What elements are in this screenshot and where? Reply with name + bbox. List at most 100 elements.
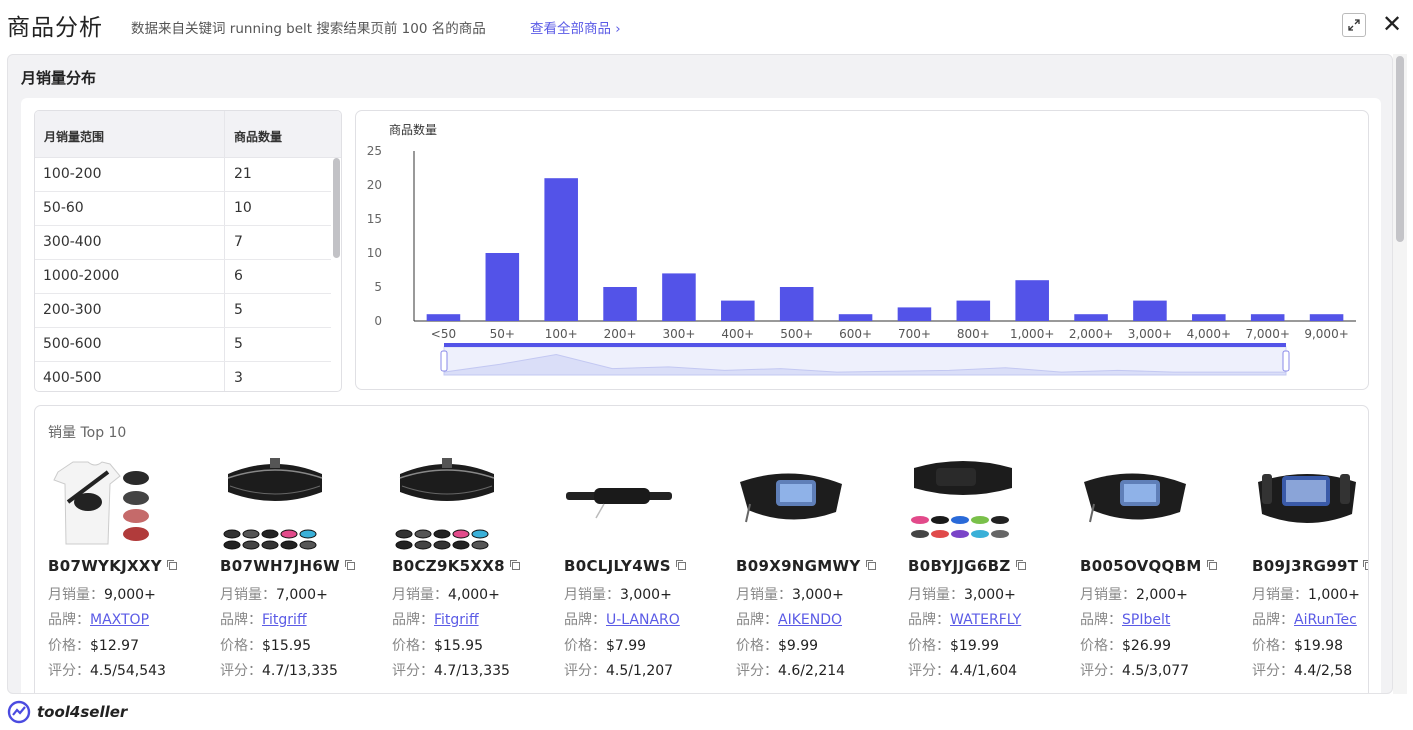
brand-link[interactable]: WATERFLY	[950, 612, 1021, 628]
brand-link[interactable]: AIKENDO	[778, 612, 842, 628]
sales-value: 4,000+	[448, 587, 500, 603]
price: 价格：$7.99	[564, 635, 646, 655]
product-image[interactable]	[48, 454, 158, 554]
section-content: 月销量范围 商品数量 100-200 21 50-60 10 300-400 7 1000-…	[21, 98, 1381, 693]
close-icon: ✕	[1381, 10, 1403, 38]
price-label: 价格：	[48, 638, 90, 654]
top10-title: 销量 Top 10	[48, 425, 127, 441]
y-tick-label: 10	[367, 246, 382, 260]
product-card[interactable]: B07WH7JH6W 月销量：7,000+ 品牌：Fitgriff 价格：$15…	[220, 454, 392, 693]
product-card[interactable]: B0CLJLY4WS 月销量：3,000+ 品牌：U-LANARO 价格：$7.…	[564, 454, 736, 693]
x-tick-label: 200+	[604, 327, 637, 341]
monthly-sales: 月销量：3,000+	[564, 584, 672, 604]
copy-icon[interactable]	[675, 559, 687, 571]
brand-label: 品牌：	[736, 612, 778, 628]
asin-text: B07WH7JH6W	[220, 557, 340, 575]
sales-value: 2,000+	[1136, 587, 1188, 603]
product-card[interactable]: B0CZ9K5XX8 月销量：4,000+ 品牌：Fitgriff 价格：$15…	[392, 454, 564, 693]
sales-distribution-chart: 商品数量 0 5 10 15 20 25 <50 50+ 100+ 200+ 300+ 400+ 500+…	[355, 110, 1369, 390]
sales-label: 月销量：	[220, 587, 276, 603]
product-asin: B0BYJJG6BZ	[908, 557, 1027, 575]
price-value: $7.99	[606, 638, 647, 654]
product-image[interactable]	[1080, 454, 1190, 554]
sales-label: 月销量：	[48, 587, 104, 603]
asin-text: B0CZ9K5XX8	[392, 557, 505, 575]
cell-count: 7	[234, 234, 243, 250]
brand-label: 品牌：	[1252, 612, 1294, 628]
product-image[interactable]	[908, 454, 1018, 554]
cell-count: 5	[234, 302, 243, 318]
product-image[interactable]	[392, 454, 502, 554]
x-tick-label: 700+	[898, 327, 931, 341]
monthly-sales: 月销量：3,000+	[908, 584, 1016, 604]
brand-link[interactable]: U-LANARO	[606, 612, 680, 628]
price-value: $26.99	[1122, 638, 1171, 654]
x-tick-label: <50	[431, 327, 456, 341]
copy-icon[interactable]	[865, 559, 877, 571]
x-tick-label: 400+	[721, 327, 754, 341]
product-card[interactable]: B09J3RG99T 月销量：1,000+ 品牌：AiRunTec 价格：$19…	[1252, 454, 1369, 693]
view-all-products-link[interactable]: 查看全部商品 ›	[530, 17, 621, 37]
tool4seller-logo-icon	[7, 700, 31, 724]
price: 价格：$15.95	[392, 635, 483, 655]
footer: tool4seller	[0, 694, 1413, 730]
product-asin: B0CZ9K5XX8	[392, 557, 521, 575]
copy-icon[interactable]	[1362, 559, 1369, 571]
copy-icon[interactable]	[166, 559, 178, 571]
table-row: 200-300 5	[35, 294, 331, 328]
price-label: 价格：	[736, 638, 778, 654]
bar-3	[603, 287, 637, 321]
product-card[interactable]: B09X9NGMWY 月销量：3,000+ 品牌：AIKENDO 价格：$9.9…	[736, 454, 908, 693]
zoom-handle-left[interactable]	[440, 350, 448, 372]
bar-11	[1074, 314, 1108, 321]
copy-icon[interactable]	[1015, 559, 1027, 571]
rating-label: 评分：	[564, 663, 606, 679]
page-scrollbar-thumb[interactable]	[1396, 56, 1404, 242]
table-row: 500-600 5	[35, 328, 331, 362]
dialog-header: 商品分析 数据来自关键词 running belt 搜索结果页前 100 名的商…	[0, 0, 1413, 52]
table-scrollbar-thumb[interactable]	[333, 158, 340, 258]
price-value: $19.99	[950, 638, 999, 654]
product-card[interactable]: B0BYJJG6BZ 月销量：3,000+ 品牌：WATERFLY 价格：$19…	[908, 454, 1080, 693]
rating: 评分：4.4/1,604	[908, 660, 1017, 680]
rating-value: 4.5/3,077	[1122, 663, 1190, 679]
price-value: $12.97	[90, 638, 139, 654]
copy-icon[interactable]	[1206, 559, 1218, 571]
product-card[interactable]: B005OVQQBM 月销量：2,000+ 品牌：SPIbelt 价格：$26.…	[1080, 454, 1252, 693]
cell-range: 100-200	[43, 166, 102, 182]
monthly-sales-section: 月销量分布 月销量范围 商品数量 100-200 21 50-60 10 300-400…	[7, 54, 1393, 694]
product-image[interactable]	[736, 454, 846, 554]
brand-link[interactable]: Fitgriff	[434, 612, 479, 628]
x-tick-label: 1,000+	[1010, 327, 1054, 341]
bar-7	[838, 314, 873, 321]
brand-link[interactable]: AiRunTec	[1294, 612, 1357, 628]
expand-button[interactable]	[1342, 13, 1366, 37]
zoom-handle-right[interactable]	[1282, 350, 1290, 372]
copy-icon[interactable]	[509, 559, 521, 571]
price: 价格：$19.98	[1252, 635, 1343, 655]
cell-count: 6	[234, 268, 243, 284]
product-asin: B09J3RG99T	[1252, 557, 1369, 575]
column-header-range: 月销量范围	[44, 130, 105, 144]
product-image[interactable]	[1252, 454, 1362, 554]
asin-text: B09X9NGMWY	[736, 557, 861, 575]
close-button[interactable]: ✕	[1380, 11, 1404, 37]
bar-chart: 商品数量 0 5 10 15 20 25 <50 50+ 100+ 200+ 300+ 400+ 500+…	[367, 122, 1356, 376]
product-image[interactable]	[220, 454, 330, 554]
product-analysis-dialog: 商品分析 数据来自关键词 running belt 搜索结果页前 100 名的商…	[0, 0, 1413, 730]
brand-link[interactable]: Fitgriff	[262, 612, 307, 628]
price-value: $15.95	[434, 638, 483, 654]
copy-icon[interactable]	[344, 559, 356, 571]
rating-label: 评分：	[392, 663, 434, 679]
rating-value: 4.4/1,604	[950, 663, 1018, 679]
x-tick-label: 2,000+	[1069, 327, 1113, 341]
rating-value: 4.7/13,335	[434, 663, 510, 679]
bar-0	[426, 314, 461, 321]
sales-value: 3,000+	[620, 587, 672, 603]
brand-link[interactable]: MAXTOP	[90, 612, 149, 628]
bar-4	[662, 273, 696, 321]
monthly-sales: 月销量：4,000+	[392, 584, 500, 604]
brand-link[interactable]: SPIbelt	[1122, 612, 1170, 628]
product-card[interactable]: B07WYKJXXY 月销量：9,000+ 品牌：MAXTOP 价格：$12.9…	[48, 454, 220, 693]
product-image[interactable]	[564, 454, 674, 554]
